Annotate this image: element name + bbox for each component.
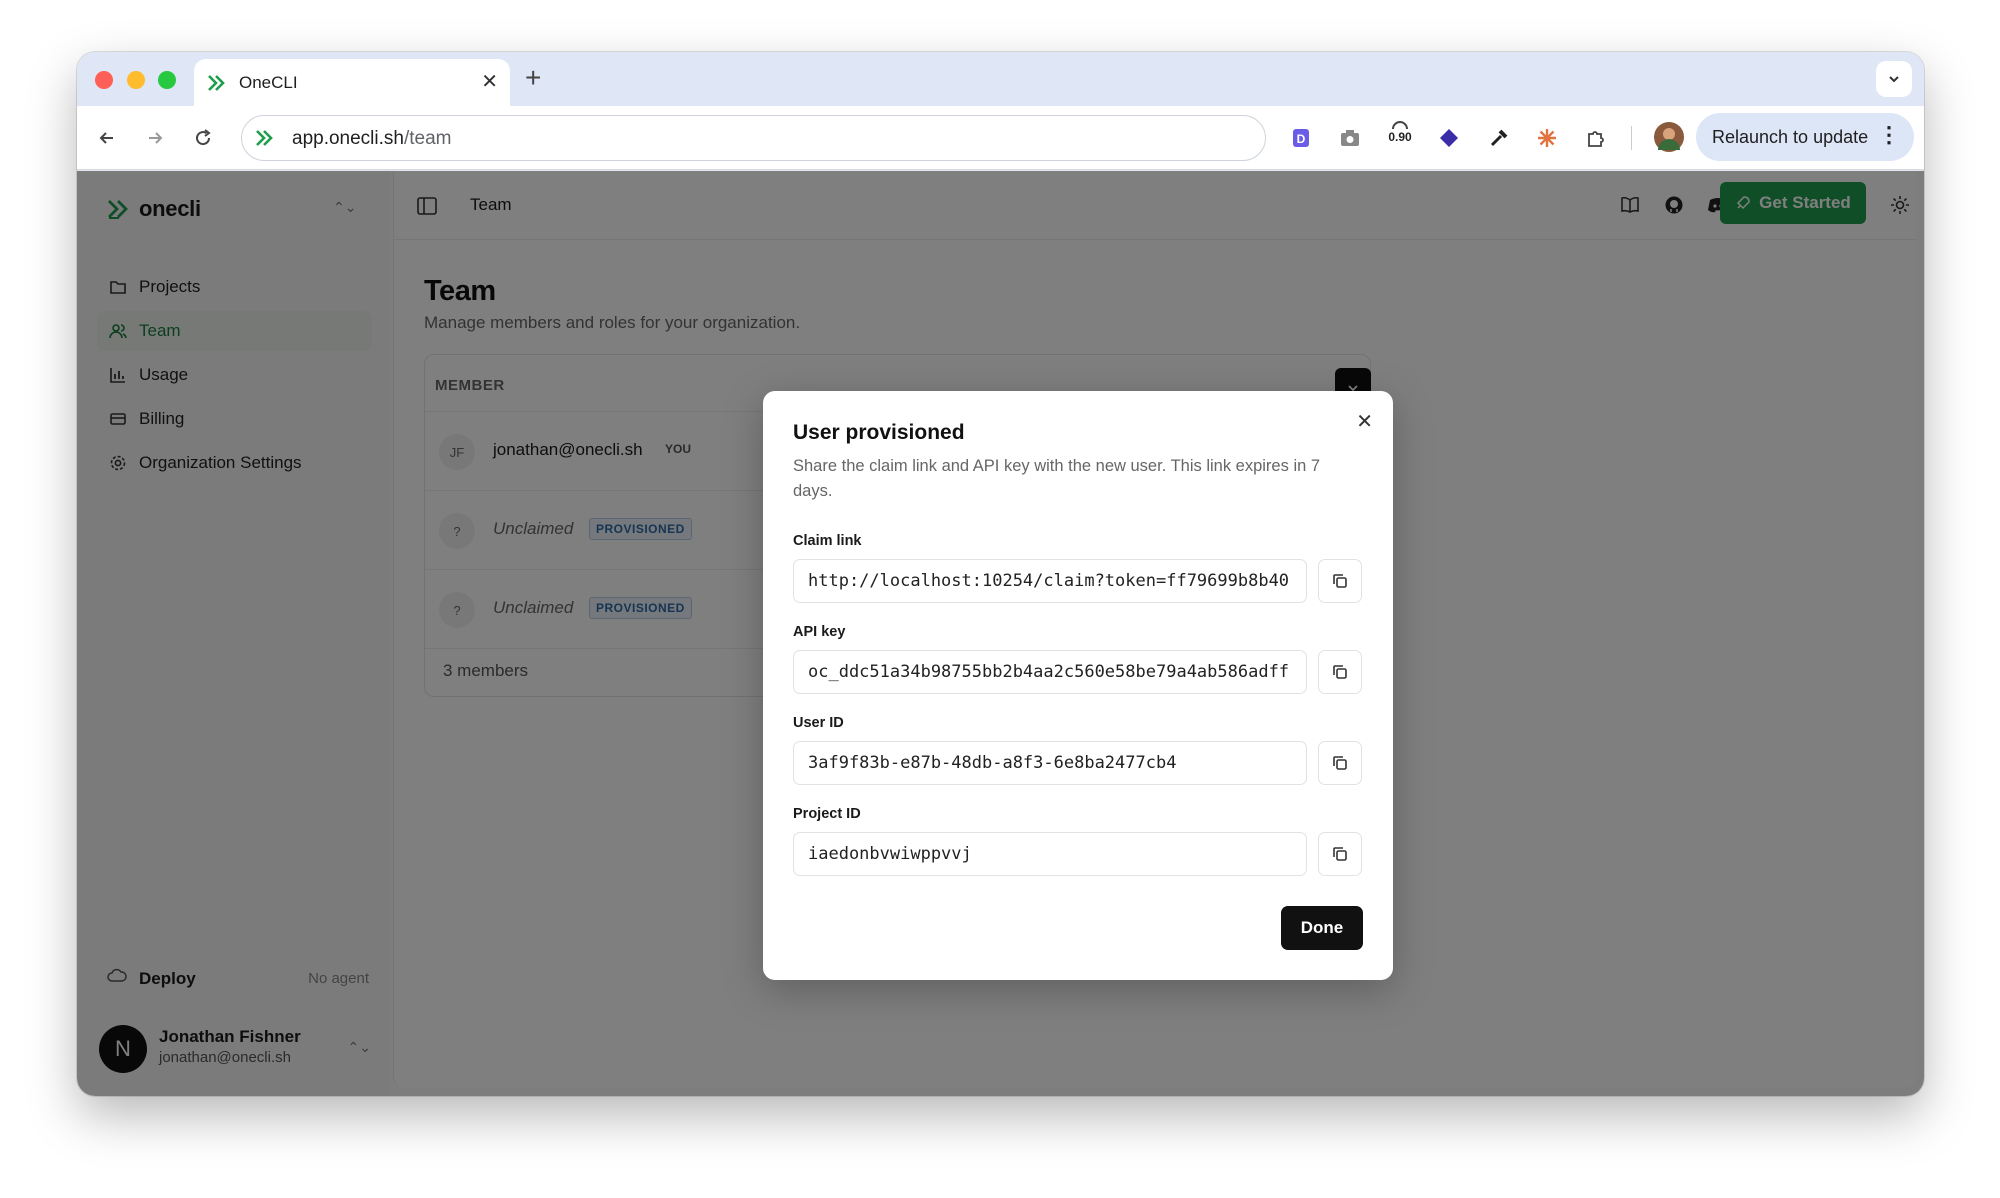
forward-icon[interactable]	[137, 120, 173, 156]
puzzle-extensions-icon[interactable]	[1582, 124, 1610, 152]
zoom-window-button[interactable]	[158, 71, 176, 89]
browser-window: OneCLI ✕ + app.onecli.sh/team D 0.90 Rel…	[77, 52, 1924, 1096]
user-provisioned-dialog: ✕ User provisioned Share the claim link …	[763, 391, 1393, 980]
speed-extension-icon[interactable]: 0.90	[1383, 118, 1417, 146]
api-key-label: API key	[793, 624, 846, 640]
copy-icon	[1333, 847, 1347, 861]
user-id-label: User ID	[793, 715, 844, 731]
tab-close-icon[interactable]: ✕	[481, 69, 498, 94]
reload-icon[interactable]	[185, 120, 221, 156]
dialog-title: User provisioned	[793, 421, 965, 444]
site-info-icon[interactable]	[254, 127, 276, 149]
tab-title: OneCLI	[239, 73, 298, 92]
done-button[interactable]: Done	[1281, 906, 1363, 950]
toolbar-divider	[1631, 126, 1632, 150]
onecli-favicon-icon	[208, 75, 225, 91]
claim-link-label: Claim link	[793, 533, 862, 549]
diamond-extension-icon[interactable]	[1435, 124, 1463, 152]
url-domain: app.onecli.sh	[292, 128, 404, 149]
chevron-down-icon	[1889, 76, 1899, 83]
user-id-field[interactable]: 3af9f83b-e87b-48db-a8f3-6e8ba2477cb4	[793, 741, 1307, 785]
copy-icon	[1333, 574, 1347, 588]
copy-user-id-button[interactable]	[1318, 741, 1362, 785]
browser-tab[interactable]: OneCLI ✕	[194, 59, 510, 106]
url-path: /team	[403, 128, 452, 149]
claim-link-field[interactable]: http://localhost:10254/claim?token=ff796…	[793, 559, 1307, 603]
user-id-value: 3af9f83b-e87b-48db-a8f3-6e8ba2477cb4	[808, 753, 1177, 773]
more-menu-icon[interactable]: ⋮	[1878, 122, 1900, 148]
project-id-field[interactable]: iaedonbvwiwppvvj	[793, 832, 1307, 876]
claim-link-value: http://localhost:10254/claim?token=ff796…	[808, 571, 1290, 591]
copy-icon	[1333, 665, 1347, 679]
tab-search-button[interactable]	[1876, 61, 1912, 97]
browser-toolbar: app.onecli.sh/team D 0.90 Relaunch to up…	[77, 106, 1924, 170]
back-icon[interactable]	[89, 120, 125, 156]
svg-text:D: D	[1297, 132, 1306, 146]
url-text: app.onecli.sh/team	[292, 128, 452, 150]
copy-claim-link-button[interactable]	[1318, 559, 1362, 603]
copy-icon	[1333, 756, 1347, 770]
camera-icon[interactable]	[1336, 124, 1364, 152]
project-id-value: iaedonbvwiwppvvj	[808, 844, 972, 864]
asterisk-extension-icon[interactable]	[1533, 124, 1561, 152]
address-bar[interactable]: app.onecli.sh/team	[241, 115, 1266, 161]
minimize-window-button[interactable]	[127, 71, 145, 89]
new-tab-icon[interactable]: +	[525, 62, 541, 94]
api-key-field[interactable]: oc_ddc51a34b98755bb2b4aa2c560e58be79a4ab…	[793, 650, 1307, 694]
relaunch-label: Relaunch to update	[1712, 126, 1869, 147]
copy-project-id-button[interactable]	[1318, 832, 1362, 876]
profile-avatar[interactable]	[1654, 122, 1684, 152]
close-window-button[interactable]	[95, 71, 113, 89]
project-id-label: Project ID	[793, 806, 861, 822]
dialog-description: Share the claim link and API key with th…	[793, 457, 1321, 500]
speed-badge: 0.90	[1388, 130, 1412, 144]
eyedropper-icon[interactable]	[1485, 124, 1513, 152]
copy-api-key-button[interactable]	[1318, 650, 1362, 694]
relaunch-button[interactable]: Relaunch to update ⋮	[1696, 113, 1914, 161]
extension-d-icon[interactable]: D	[1287, 124, 1315, 152]
close-icon[interactable]: ✕	[1356, 409, 1373, 434]
api-key-value: oc_ddc51a34b98755bb2b4aa2c560e58be79a4ab…	[808, 662, 1290, 682]
tab-bar: OneCLI ✕ +	[77, 52, 1924, 106]
